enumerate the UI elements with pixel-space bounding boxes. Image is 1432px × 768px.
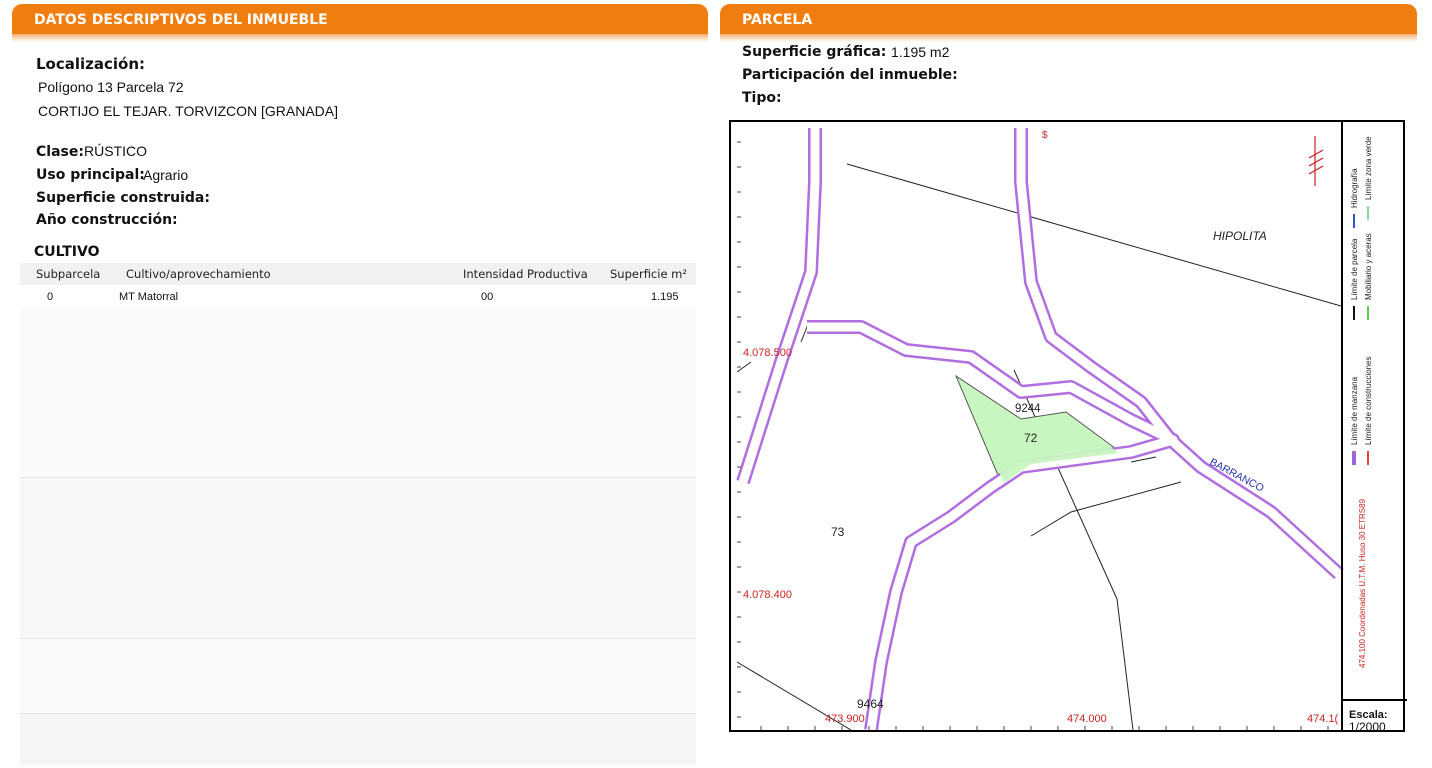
localizacion-line2: CORTIJO EL TEJAR. TORVIZCON [GRANADA]: [38, 103, 339, 119]
table-header-band: [20, 263, 696, 285]
superficie-grafica-value: 1.195 m2: [891, 44, 950, 60]
uso-value: Agrario: [143, 167, 189, 183]
coord-y-4078400: 4.078.400: [743, 589, 792, 601]
header-shadow: [720, 34, 1417, 42]
legend-item-parcela: Límite de parcela: [1350, 238, 1359, 320]
table-band: [20, 714, 696, 765]
map-legend: Límite de manzana Límite de parcela Hidr…: [1341, 120, 1407, 734]
superficie-grafica-label: Superficie gráfica:: [742, 44, 887, 60]
cell-subparcela: 0: [47, 291, 54, 303]
coord-x-4741: 474.1(: [1307, 713, 1339, 725]
th-cultivo: Cultivo/aprovechamiento: [126, 267, 271, 281]
left-ticks: [737, 141, 741, 718]
label-hipolita: HIPOLITA: [1213, 229, 1267, 243]
north-arrow-icon: [1308, 136, 1324, 186]
map-canvas: $ HIPOLITA BARRANCO 72 9244 73 9464 4.07…: [736, 128, 1344, 732]
uso-label: Uso principal:: [36, 167, 145, 183]
localizacion-line1: Polígono 13 Parcela 72: [38, 79, 184, 95]
legend-item-mobiliario: Mobiliario y aceras: [1364, 233, 1373, 320]
localizacion-label: Localización:: [36, 55, 146, 73]
cultivo-table: Subparcela Cultivo/aprovechamiento Inten…: [20, 263, 696, 765]
parcela-header: PARCELA: [720, 4, 1417, 34]
tipo-label: Tipo:: [742, 90, 782, 106]
legend-item-manzana: Límite de manzana: [1350, 376, 1359, 465]
legend-crs-note: 474.100 Coordenadas U.T.M. Huso 30 ETRS8…: [1358, 498, 1367, 668]
table-band: [20, 478, 696, 638]
map-red-mark: $: [1042, 130, 1048, 141]
boundary-line: [1030, 481, 1182, 537]
header-shadow: [12, 34, 708, 42]
coord-x-474000: 474.000: [1067, 713, 1107, 725]
descriptive-data-header: DATOS DESCRIPTIVOS DEL INMUEBLE: [12, 4, 708, 34]
legend-canvas: Límite de manzana Límite de parcela Hidr…: [1343, 136, 1407, 734]
label-parcel-73: 73: [831, 525, 845, 539]
table-band: [20, 307, 696, 477]
legend-text: Límite zona verde: [1364, 136, 1373, 200]
table-band: [20, 639, 696, 713]
coord-x-473900: 473.900: [825, 713, 865, 725]
boundary-line: [846, 163, 1342, 307]
legend-text: Hidrografía: [1350, 168, 1359, 208]
th-subparcela: Subparcela: [36, 267, 101, 281]
cultivo-title: CULTIVO: [34, 244, 100, 260]
legend-item-zona-verde: Límite zona verde: [1364, 136, 1373, 220]
legend-text: Mobiliario y aceras: [1364, 233, 1373, 300]
coord-y-4078500: 4.078.500: [743, 347, 792, 359]
label-parcel-9244: 9244: [1015, 403, 1041, 415]
legend-item-hidrografia: Hidrografía: [1350, 168, 1359, 228]
th-superficie: Superficie m²: [610, 267, 687, 281]
legend-text: Límite de parcela: [1350, 238, 1359, 300]
scale-value: 1/2000: [1349, 720, 1386, 732]
legend-text: Límite de construcciones: [1364, 357, 1373, 446]
legend-item-construcciones: Límite de construcciones: [1364, 357, 1373, 465]
cell-cultivo: MT Matorral: [119, 291, 179, 303]
ano-construccion-label: Año construcción:: [36, 212, 178, 228]
participacion-label: Participación del inmueble:: [742, 67, 958, 83]
cell-intensidad: 00: [481, 291, 494, 303]
legend-text: Límite de manzana: [1350, 376, 1359, 445]
boundary-line: [1116, 598, 1134, 731]
cell-superficie: 1.195: [651, 291, 679, 303]
clase-value: RÚSTICO: [84, 143, 147, 159]
th-intensidad: Intensidad Productiva: [463, 267, 588, 281]
label-parcel-72: 72: [1024, 431, 1038, 445]
cadastral-map[interactable]: $ HIPOLITA BARRANCO 72 9244 73 9464 4.07…: [729, 120, 1405, 732]
superficie-construida-label: Superficie construida:: [36, 190, 210, 206]
label-parcel-9464: 9464: [857, 697, 884, 711]
clase-label: Clase:: [36, 144, 84, 160]
